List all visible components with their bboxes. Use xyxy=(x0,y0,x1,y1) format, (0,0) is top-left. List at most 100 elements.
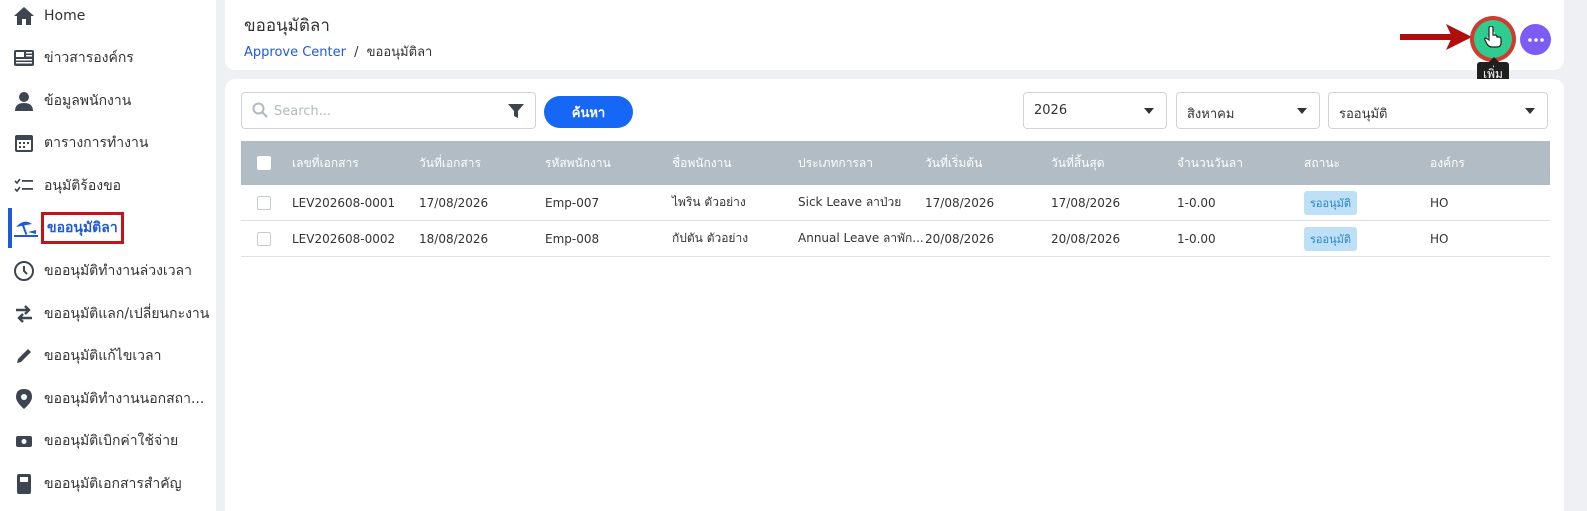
col-header[interactable]: องค์กร xyxy=(1430,141,1465,185)
year-value: 2026 xyxy=(1034,103,1068,118)
red-arrow-annotation xyxy=(1400,24,1472,50)
sidebar-item-label: ขออนุมัติเอกสารสำคัญ xyxy=(44,476,182,492)
sidebar-item-label: ขออนุมัติแลก/เปลี่ยนกะงาน xyxy=(44,306,210,322)
status-badge: รออนุมัติ xyxy=(1304,226,1358,251)
sidebar-item-schedule[interactable]: ตารางการทำงาน xyxy=(0,123,216,163)
search-box xyxy=(241,92,536,129)
row-checkbox-cell xyxy=(257,185,271,220)
sidebar-item-overtime[interactable]: ขออนุมัติทำงานล่วงเวลา xyxy=(0,251,216,291)
select-all-checkbox[interactable] xyxy=(257,156,271,170)
col-header[interactable]: รหัสพนักงาน xyxy=(545,141,611,185)
sidebar-item-home[interactable]: Home xyxy=(0,0,216,36)
leave-days: 1-0.00 xyxy=(1177,231,1216,246)
home-icon xyxy=(12,4,36,28)
calendar-icon xyxy=(12,131,36,155)
sidebar-item-label: อนุมัติร้องขอ xyxy=(44,178,122,194)
doc-date: 17/08/2026 xyxy=(419,195,489,210)
breadcrumb-link-approve-center[interactable]: Approve Center xyxy=(244,45,346,60)
sidebar-item-label: Home xyxy=(44,8,86,24)
sidebar-item-label: ตารางการทำงาน xyxy=(44,135,149,151)
sidebar-item-approve-request[interactable]: อนุมัติร้องขอ xyxy=(0,166,216,206)
end-date: 17/08/2026 xyxy=(1051,195,1121,210)
employee-name: ไพริน ตัวอย่าง xyxy=(672,195,746,209)
chevron-down-icon xyxy=(1144,108,1154,114)
leave-type: Annual Leave ลาพัก... xyxy=(798,231,924,245)
active-indicator xyxy=(8,208,12,248)
sidebar-item-leave[interactable]: ขออนุมัติลา xyxy=(0,208,216,248)
news-icon xyxy=(12,46,36,70)
hand-cursor-icon xyxy=(1484,26,1502,48)
sidebar-item-shift-swap[interactable]: ขออนุมัติแลก/เปลี่ยนกะงาน xyxy=(0,294,216,334)
sidebar-item-label: ข่าวสารองค์กร xyxy=(44,50,134,66)
main-card: ค้นหา 2026 สิงหาคม รออนุมัติ เลขที่เอกสา… xyxy=(225,79,1564,511)
sidebar-item-time-edit[interactable]: ขออนุมัติแก้ไขเวลา xyxy=(0,336,216,376)
end-date: 20/08/2026 xyxy=(1051,231,1121,246)
col-header[interactable]: สถานะ xyxy=(1304,141,1340,185)
employee-id: Emp-008 xyxy=(545,231,600,246)
col-header[interactable]: วันที่เอกสาร xyxy=(419,141,481,185)
ellipsis-icon xyxy=(1527,37,1544,42)
sidebar-item-employee[interactable]: ข้อมูลพนักงาน xyxy=(0,81,216,121)
sidebar-item-expense[interactable]: ขออนุมัติเบิกค่าใช้จ่าย xyxy=(0,421,216,461)
col-header[interactable]: ประเภทการลา xyxy=(798,141,873,185)
organization: HO xyxy=(1430,231,1449,246)
breadcrumb: Approve Center / ขออนุมัติลา xyxy=(244,41,432,62)
search-input[interactable] xyxy=(274,99,494,123)
col-header[interactable]: ชื่อพนักงาน xyxy=(672,141,732,185)
sidebar: Home ข่าวสารองค์กร ข้อมูลพนักงาน ตารางกา… xyxy=(0,0,216,511)
table-header: เลขที่เอกสาร วันที่เอกสาร รหัสพนักงาน ชื… xyxy=(241,141,1550,185)
row-checkbox-cell xyxy=(257,221,271,256)
swap-arrows-icon xyxy=(12,302,36,326)
status-value: รออนุมัติ xyxy=(1339,107,1388,122)
month-value: สิงหาคม xyxy=(1187,107,1235,122)
money-icon xyxy=(12,429,36,453)
sidebar-item-label: ขออนุมัติแก้ไขเวลา xyxy=(44,348,162,364)
sidebar-item-label: ขออนุมัติลา xyxy=(41,212,124,244)
month-select[interactable]: สิงหาคม xyxy=(1176,92,1320,129)
status-badge: รออนุมัติ xyxy=(1304,190,1358,215)
sidebar-item-documents[interactable]: ขออนุมัติเอกสารสำคัญ xyxy=(0,464,216,504)
leave-table: เลขที่เอกสาร วันที่เอกสาร รหัสพนักงาน ชื… xyxy=(241,141,1550,257)
sidebar-item-news[interactable]: ข่าวสารองค์กร xyxy=(0,38,216,78)
row-checkbox[interactable] xyxy=(257,231,271,246)
sidebar-item-label: ข้อมูลพนักงาน xyxy=(44,93,132,109)
col-header[interactable]: วันที่เริ่มต้น xyxy=(925,141,982,185)
search-icon xyxy=(252,102,268,122)
pencil-icon xyxy=(12,344,36,368)
row-checkbox[interactable] xyxy=(257,195,271,210)
more-options-button[interactable] xyxy=(1520,24,1551,55)
sidebar-item-label: ขออนุมัติเบิกค่าใช้จ่าย xyxy=(44,433,179,449)
select-all-checkbox-cell xyxy=(257,141,271,185)
table-row[interactable]: LEV202608-0001 17/08/2026 Emp-007 ไพริน … xyxy=(241,185,1550,221)
doc-number: LEV202608-0002 xyxy=(292,231,396,246)
status-cell: รออนุมัติ xyxy=(1304,221,1358,256)
user-icon xyxy=(12,89,36,113)
col-header[interactable]: จำนวนวันลา xyxy=(1177,141,1243,185)
leave-days: 1-0.00 xyxy=(1177,195,1216,210)
clock-history-icon xyxy=(12,259,36,283)
table-row[interactable]: LEV202608-0002 18/08/2026 Emp-008 กัปตัน… xyxy=(241,221,1550,257)
page-title: ขออนุมัติลา xyxy=(244,16,330,36)
col-header[interactable]: เลขที่เอกสาร xyxy=(292,141,359,185)
employee-id: Emp-007 xyxy=(545,195,600,210)
breadcrumb-separator: / xyxy=(354,45,359,60)
start-date: 20/08/2026 xyxy=(925,231,995,246)
page-header: ขออนุมัติลา Approve Center / ขออนุมัติลา xyxy=(225,0,1564,70)
checklist-icon xyxy=(12,174,36,198)
sidebar-item-label: ขออนุมัติทำงานล่วงเวลา xyxy=(44,263,192,279)
sidebar-item-offsite[interactable]: ขออนุมัติทำงานนอกสถา... xyxy=(0,379,216,419)
chevron-down-icon xyxy=(1525,108,1535,114)
doc-date: 18/08/2026 xyxy=(419,231,489,246)
chevron-down-icon xyxy=(1297,108,1307,114)
status-select[interactable]: รออนุมัติ xyxy=(1328,92,1548,129)
organization: HO xyxy=(1430,195,1449,210)
status-cell: รออนุมัติ xyxy=(1304,185,1358,220)
search-button[interactable]: ค้นหา xyxy=(544,96,633,128)
filter-icon[interactable] xyxy=(507,102,525,124)
leave-type: Sick Leave ลาป่วย xyxy=(798,195,902,209)
year-select[interactable]: 2026 xyxy=(1023,92,1167,129)
start-date: 17/08/2026 xyxy=(925,195,995,210)
col-header[interactable]: วันที่สิ้นสุด xyxy=(1051,141,1105,185)
breadcrumb-current: ขออนุมัติลา xyxy=(366,45,433,60)
doc-number: LEV202608-0001 xyxy=(292,195,396,210)
